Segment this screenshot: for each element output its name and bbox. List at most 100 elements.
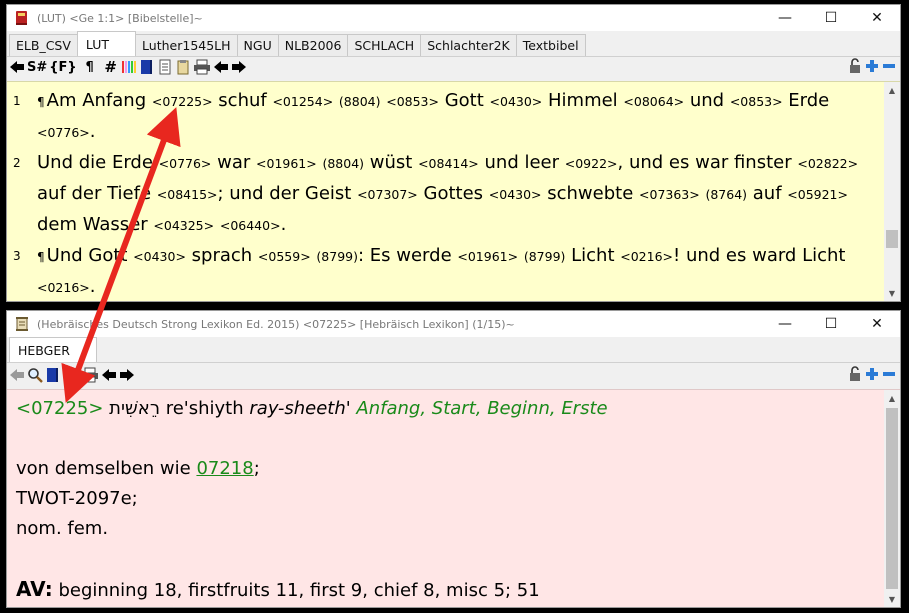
verse: 1 ¶ Am Anfang <07225> schuf <01254> (8804)… — [13, 86, 878, 148]
bible-tab-bar: ELB_CSV LUT Luther1545LH NGU NLB2006 SCHLACH S… — [7, 31, 900, 57]
verse-text: war — [211, 152, 257, 173]
bible-tab-ngu[interactable]: NGU — [236, 34, 279, 56]
print-icon[interactable] — [81, 366, 99, 384]
strong-number[interactable]: <0430> — [490, 94, 543, 109]
verse-text: Am Anfang — [46, 90, 152, 111]
strong-number[interactable]: <0776> — [159, 156, 212, 171]
bible-tab-schlachter2k[interactable]: Schlachter2K — [420, 34, 517, 56]
next-arrow-icon[interactable] — [231, 58, 247, 76]
lexicon-titlebar[interactable]: (Hebräisches Deutsch Strong Lexikon Ed. … — [7, 311, 900, 337]
strong-number[interactable]: <0430> — [489, 187, 542, 202]
strong-number[interactable]: <0853> — [730, 94, 783, 109]
bible-scrollbar[interactable]: ▲ ▼ — [884, 82, 900, 301]
derivation-link[interactable]: 07218 — [196, 458, 253, 479]
add-window-icon[interactable] — [865, 59, 879, 77]
bible-tab-elb_csv[interactable]: ELB_CSV — [9, 34, 78, 56]
paragraph-toggle[interactable]: ¶ — [82, 58, 98, 76]
document-icon[interactable] — [157, 58, 173, 76]
strong-number[interactable]: <0216> — [620, 249, 673, 264]
strong-number[interactable]: (8764) — [705, 187, 747, 202]
strong-number[interactable]: <0922> — [565, 156, 618, 171]
bible-tab-textbibel[interactable]: Textbibel — [515, 34, 586, 56]
verse-text: und leer — [478, 152, 565, 173]
bible-tab-lut[interactable]: LUT — [76, 31, 137, 56]
strong-number[interactable]: <0559> — [258, 249, 311, 264]
previous-arrow-icon[interactable] — [213, 58, 229, 76]
close-button[interactable]: ✕ — [854, 311, 900, 337]
verse-text: . — [89, 276, 96, 297]
back-arrow-icon[interactable] — [9, 58, 25, 76]
strong-number[interactable]: <0216> — [37, 280, 90, 295]
verse: 2 Und die Erde <0776> war <01961> (8804) … — [13, 148, 878, 241]
bible-tab-luther1545lh[interactable]: Luther1545LH — [135, 34, 238, 56]
lexicon-window-title: (Hebräisches Deutsch Strong Lexikon Ed. … — [37, 317, 515, 331]
scroll-up-icon[interactable]: ▲ — [884, 390, 900, 406]
search-icon[interactable] — [27, 366, 43, 384]
strong-number[interactable]: <07225> — [16, 398, 103, 419]
strong-number[interactable]: <06440> — [220, 218, 281, 233]
strong-number[interactable]: <01961> — [457, 249, 518, 264]
footnotes-toggle[interactable]: {F} — [49, 58, 76, 76]
previous-arrow-icon[interactable] — [101, 366, 117, 384]
add-window-icon[interactable] — [865, 367, 879, 385]
minimize-button[interactable]: — — [762, 311, 808, 337]
strong-number[interactable]: (8804) — [339, 94, 381, 109]
remove-window-icon[interactable] — [882, 59, 896, 77]
verse-number-toggle[interactable]: # — [103, 58, 119, 76]
strong-number[interactable]: <02822> — [797, 156, 858, 171]
strong-number[interactable]: <0853> — [386, 94, 439, 109]
bible-tab-nlb2006[interactable]: NLB2006 — [277, 34, 349, 56]
bible-text-pane[interactable]: 1 ¶ Am Anfang <07225> schuf <01254> (8804)… — [7, 81, 900, 301]
colors-icon[interactable] — [121, 58, 137, 76]
bible-titlebar[interactable]: (LUT) <Ge 1:1> [Bibelstelle]~ — ☐ ✕ — [7, 5, 900, 31]
next-arrow-icon[interactable] — [119, 366, 135, 384]
paragraph-mark: ¶ — [37, 95, 45, 109]
strong-number[interactable]: <08414> — [418, 156, 479, 171]
remove-window-icon[interactable] — [882, 367, 896, 385]
strong-number[interactable]: (8804) — [322, 156, 364, 171]
maximize-button[interactable]: ☐ — [808, 5, 854, 31]
lock-icon[interactable] — [848, 366, 862, 386]
bible-tab-schlach[interactable]: SCHLACH — [347, 34, 422, 56]
lock-icon[interactable] — [848, 58, 862, 78]
strong-number[interactable]: <08064> — [623, 94, 684, 109]
back-arrow-icon[interactable] — [9, 366, 25, 384]
verse-number[interactable]: 2 — [13, 148, 21, 178]
strong-number[interactable]: <0776> — [37, 125, 90, 140]
minimize-button[interactable]: — — [762, 5, 808, 31]
close-button[interactable]: ✕ — [854, 5, 900, 31]
lexicon-tab-hebger[interactable]: HEBGER — [9, 337, 97, 362]
strong-number[interactable]: <07363> — [639, 187, 700, 202]
strong-number[interactable]: <01254> — [272, 94, 333, 109]
book-icon[interactable] — [45, 366, 61, 384]
entry-headline: <07225> רֵאשִׁית re'shiyth ray-sheeth' A… — [16, 394, 875, 424]
verse-text: , und es war finster — [617, 152, 798, 173]
clipboard-icon[interactable] — [63, 366, 79, 384]
clipboard-icon[interactable] — [175, 58, 191, 76]
strong-number[interactable]: <07307> — [357, 187, 418, 202]
verse-number[interactable]: 1 — [13, 86, 21, 116]
strong-numbers-toggle[interactable]: S# — [27, 58, 47, 76]
print-icon[interactable] — [193, 58, 211, 76]
strong-number[interactable]: <04325> — [153, 218, 214, 233]
strong-number[interactable]: (8799) — [524, 249, 566, 264]
av-line: AV: beginning 18, firstfruits 11, first … — [16, 574, 875, 606]
strong-number[interactable]: <01961> — [256, 156, 317, 171]
strong-number[interactable]: <0430> — [133, 249, 186, 264]
book-icon[interactable] — [139, 58, 155, 76]
strong-number[interactable]: <05921> — [787, 187, 848, 202]
lexicon-scrollbar[interactable]: ▲ ▼ — [884, 390, 900, 607]
lexicon-tab-bar: HEBGER — [7, 337, 900, 363]
verse-number[interactable]: 3 — [13, 241, 21, 271]
scroll-thumb[interactable] — [886, 408, 898, 589]
scroll-thumb[interactable] — [886, 230, 898, 248]
strong-number[interactable]: <08415> — [157, 187, 218, 202]
strong-number[interactable]: <07225> — [152, 94, 213, 109]
scroll-down-icon[interactable]: ▼ — [884, 591, 900, 607]
strong-number[interactable]: (8799) — [316, 249, 358, 264]
lexicon-pane[interactable]: <07225> רֵאשִׁית re'shiyth ray-sheeth' A… — [7, 389, 900, 607]
scroll-down-icon[interactable]: ▼ — [884, 285, 900, 301]
maximize-button[interactable]: ☐ — [808, 311, 854, 337]
scroll-up-icon[interactable]: ▲ — [884, 82, 900, 98]
